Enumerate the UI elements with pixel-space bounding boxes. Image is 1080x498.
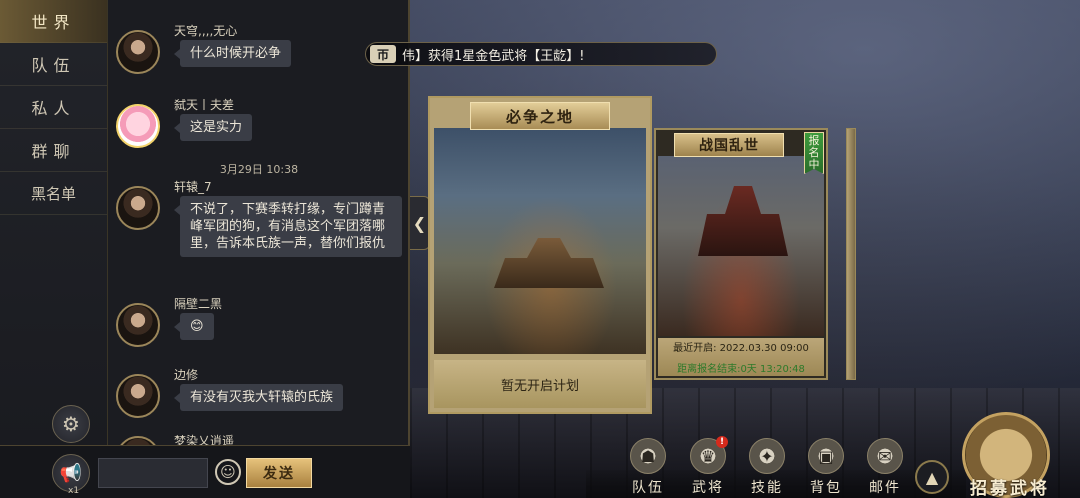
- dock-label: 武将: [692, 480, 724, 496]
- tab-private[interactable]: 私人: [0, 86, 107, 129]
- message-sender: 天穹,,,,无心: [174, 24, 238, 38]
- event-card-warring-states[interactable]: 战国乱世 报名中 最近开启: 2022.03.30 09:00 距离报名结束:0…: [654, 128, 828, 380]
- card-status: 暂无开启计划: [434, 360, 646, 408]
- notification-badge: !: [716, 436, 728, 448]
- message-bubble: 不说了，下赛季转打缘，专门蹲青峰军团的狗，有消息这个军团落哪里，告诉本氏族一声，…: [174, 196, 402, 257]
- registration-ribbon: 报名中: [804, 132, 824, 174]
- card-artwork: [434, 128, 646, 354]
- message-bubble: 😊: [174, 313, 214, 340]
- fortress-illustration: [494, 238, 604, 288]
- emoji-icon[interactable]: ☺: [215, 459, 241, 485]
- tab-group-chat[interactable]: 群聊: [0, 129, 107, 172]
- avatar[interactable]: [116, 374, 160, 418]
- card-info: 最近开启: 2022.03.30 09:00 距离报名结束:0天 13:20:4…: [658, 338, 824, 376]
- chat-input-bar: 📢 x1 ☺ 发送: [0, 445, 410, 498]
- chat-settings-gear-icon[interactable]: ⚙: [52, 405, 90, 443]
- broadcast-text: 伟】获得1星金色武将【王龁】!: [402, 48, 585, 64]
- message-sender: 轩辕_7: [174, 180, 212, 194]
- avatar[interactable]: [116, 303, 160, 347]
- message-sender: 边修: [174, 368, 199, 382]
- card-title: 战国乱世: [674, 133, 784, 157]
- event-card-contested-land[interactable]: 必争之地 暂无开启计划: [428, 96, 652, 414]
- recruit-general-label[interactable]: 招募武将: [958, 474, 1062, 498]
- dock-label: 邮件: [869, 480, 901, 496]
- chat-text-input[interactable]: [98, 458, 208, 488]
- tab-blacklist[interactable]: 黑名单: [0, 172, 107, 215]
- avatar[interactable]: [116, 186, 160, 230]
- chat-channel-nav: 世界 队伍 私人 群聊 黑名单 ⚙: [0, 0, 108, 445]
- collapse-chat-chevron-icon[interactable]: ❮: [410, 196, 430, 250]
- dock-skill-button[interactable]: ✦ 技能: [741, 438, 793, 498]
- message-bubble: 什么时候开必争: [173, 40, 292, 67]
- avatar[interactable]: [116, 30, 160, 74]
- tab-world[interactable]: 世界: [0, 0, 107, 43]
- mail-icon: ✉: [867, 438, 903, 474]
- broadcast-icon: 帀: [370, 45, 396, 63]
- card-artwork: [658, 156, 824, 336]
- fortress-illustration: [698, 186, 788, 256]
- chat-message: 隔壁二黑 😊: [116, 295, 406, 355]
- team-icon: ☗: [630, 438, 666, 474]
- next-open-time: 最近开启: 2022.03.30 09:00: [673, 343, 809, 354]
- message-sender: 隔壁二黑: [174, 297, 223, 311]
- next-card-peek[interactable]: [846, 128, 856, 380]
- dock-bag-button[interactable]: ▣ 背包: [800, 438, 852, 498]
- avatar[interactable]: [116, 436, 160, 445]
- expand-menu-chevron-up-icon[interactable]: ▲: [915, 460, 949, 494]
- bag-icon: ▣: [808, 438, 844, 474]
- dock-mail-button[interactable]: ✉ 邮件: [859, 438, 911, 498]
- registration-countdown: 距离报名结束:0天 13:20:48: [677, 364, 805, 375]
- chat-message: 轩辕_7 不说了，下赛季转打缘，专门蹲青峰军团的狗，有消息这个军团落哪里，告诉本…: [116, 178, 406, 278]
- dock-label: 队伍: [632, 480, 664, 496]
- chat-message: 弑天丨夫差 这是实力: [116, 96, 406, 156]
- chat-message: 天穹,,,,无心 什么时候开必争: [116, 22, 406, 82]
- send-button[interactable]: 发送: [246, 458, 312, 488]
- dock-team-button[interactable]: ☗ 队伍: [622, 438, 674, 498]
- broadcast-marquee: 帀 伟】获得1星金色武将【王龁】!: [365, 42, 717, 66]
- message-sender: 弑天丨夫差: [174, 98, 235, 112]
- message-timestamp: 3月29日 10:38: [219, 163, 299, 176]
- chat-message-list[interactable]: 天穹,,,,无心 什么时候开必争 弑天丨夫差 这是实力 3月29日 10:38 …: [108, 0, 410, 445]
- dock-general-button[interactable]: ♛ ! 武将: [682, 436, 734, 498]
- message-bubble: 有没有灭我大轩辕的氏族: [173, 384, 344, 411]
- tab-team[interactable]: 队伍: [0, 43, 107, 86]
- chat-message: 边修 有没有灭我大轩辕的氏族: [116, 366, 406, 426]
- message-bubble: 这是实力: [173, 114, 253, 141]
- message-sender: 梦染乂逍遥: [174, 434, 235, 445]
- horn-count: x1: [68, 486, 80, 496]
- chat-message: 梦染乂逍遥: [116, 432, 406, 445]
- dock-label: 技能: [751, 480, 783, 496]
- card-title: 必争之地: [470, 102, 610, 130]
- skill-icon: ✦: [749, 438, 785, 474]
- dock-label: 背包: [810, 480, 842, 496]
- avatar[interactable]: [116, 104, 160, 148]
